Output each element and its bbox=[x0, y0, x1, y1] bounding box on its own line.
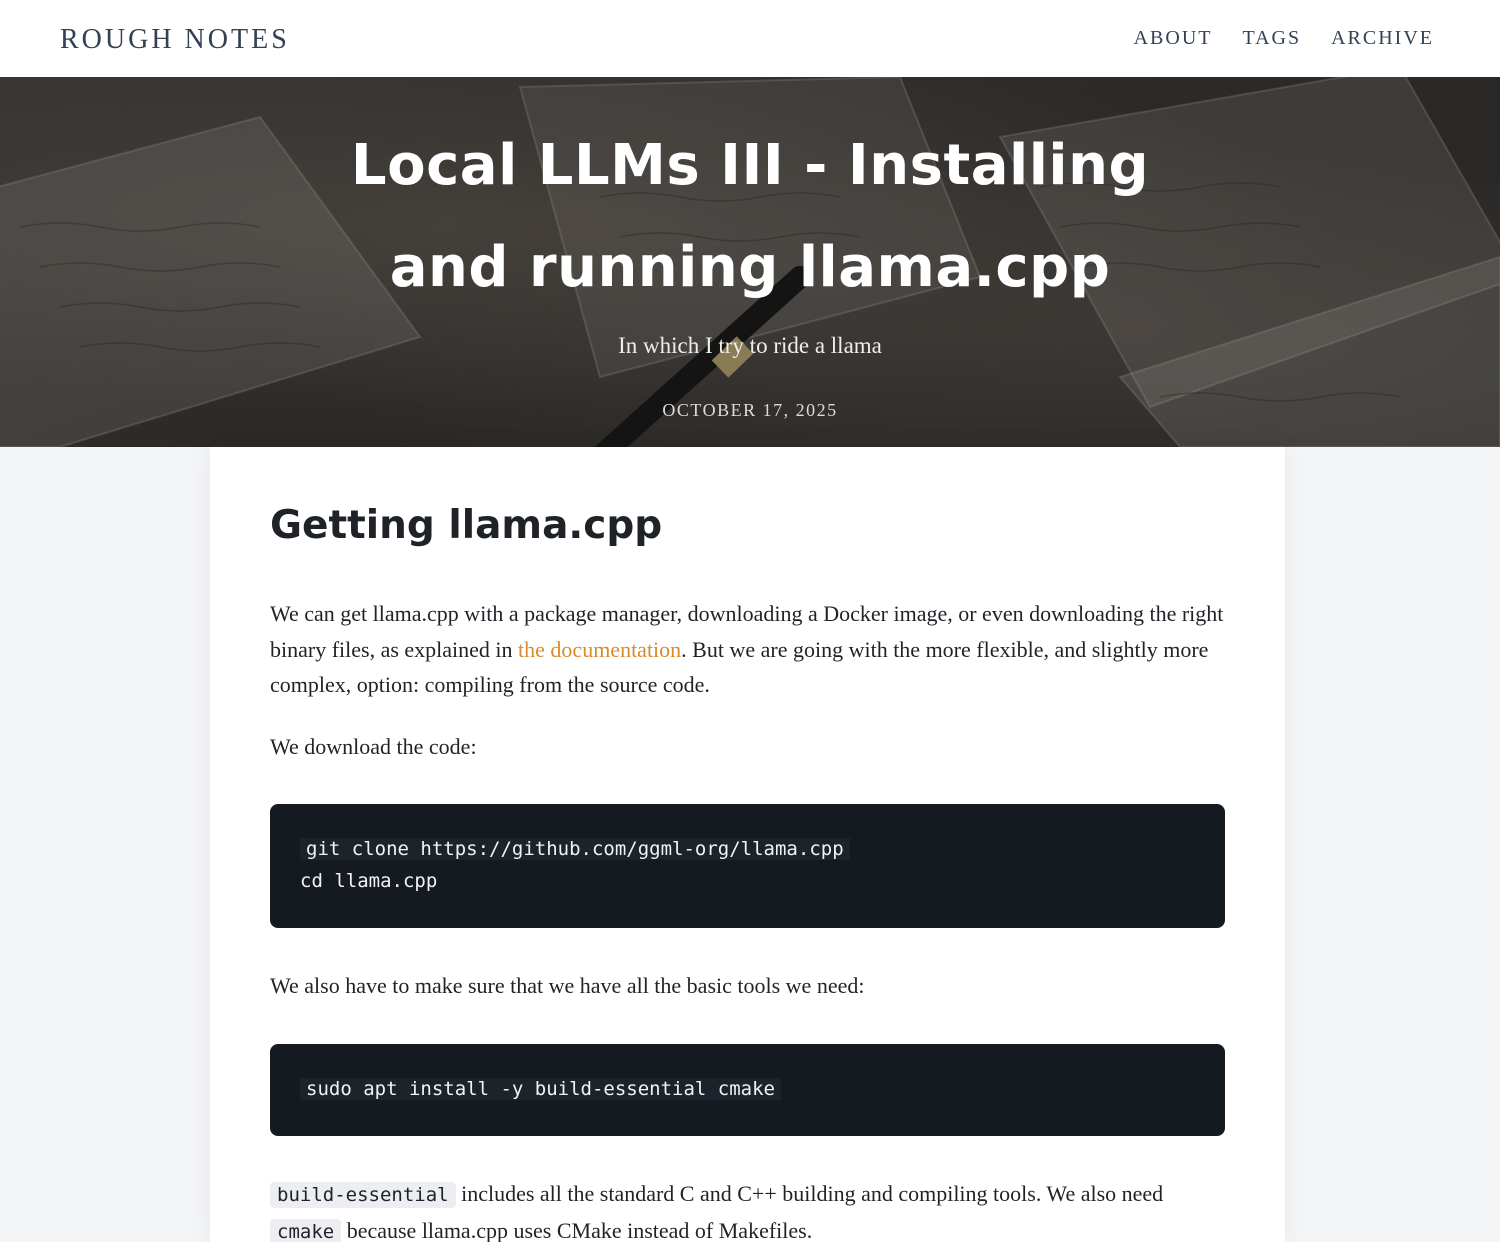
paragraph-download: We download the code: bbox=[270, 733, 477, 759]
paragraph-intro: We can get llama.cpp with a package mana… bbox=[270, 601, 1224, 697]
code-line: git clone https://github.com/ggml-org/ll… bbox=[300, 838, 850, 860]
post-date: OCTOBER 17, 2025 bbox=[662, 400, 838, 420]
section-heading: Getting llama.cpp bbox=[270, 503, 663, 548]
article-content: Getting llama.cpp We can get llama.cpp w… bbox=[270, 503, 1225, 1242]
paragraph-tools: We also have to make sure that we have a… bbox=[270, 973, 865, 998]
inline-code-cmake: cmake bbox=[270, 1219, 342, 1242]
nav-links: ABOUT TAGS ARCHIVE bbox=[1134, 27, 1434, 50]
paragraph-build-essential: build-essential includes all the standar… bbox=[270, 1176, 1225, 1242]
documentation-link[interactable]: the documentation bbox=[518, 637, 681, 662]
article-card: Getting llama.cpp We can get llama.cpp w… bbox=[210, 447, 1285, 1242]
post-subtitle: In which I try to ride a llama bbox=[618, 333, 882, 358]
nav-link-tags[interactable]: TAGS bbox=[1242, 27, 1301, 50]
top-navbar: ROUGH NOTES ABOUT TAGS ARCHIVE bbox=[0, 0, 1500, 77]
code-line: cd llama.cpp bbox=[300, 870, 438, 892]
inline-code-build-essential: build-essential bbox=[270, 1181, 456, 1208]
hero-banner: Local LLMs III - Installing and running … bbox=[0, 77, 1500, 447]
code-block-apt[interactable]: sudo apt install -y build-essential cmak… bbox=[270, 1043, 1225, 1136]
post-title-line2: and running llama.cpp bbox=[389, 235, 1111, 300]
post-title: Local LLMs III - Installing and running … bbox=[0, 115, 1500, 319]
nav-link-about[interactable]: ABOUT bbox=[1134, 27, 1213, 50]
site-brand-link[interactable]: ROUGH NOTES bbox=[60, 24, 290, 56]
code-line: sudo apt install -y build-essential cmak… bbox=[300, 1077, 781, 1100]
nav-link-archive[interactable]: ARCHIVE bbox=[1331, 27, 1434, 50]
post-title-line1: Local LLMs III - Installing bbox=[350, 133, 1150, 198]
code-block-clone[interactable]: git clone https://github.com/ggml-org/ll… bbox=[270, 804, 1225, 928]
